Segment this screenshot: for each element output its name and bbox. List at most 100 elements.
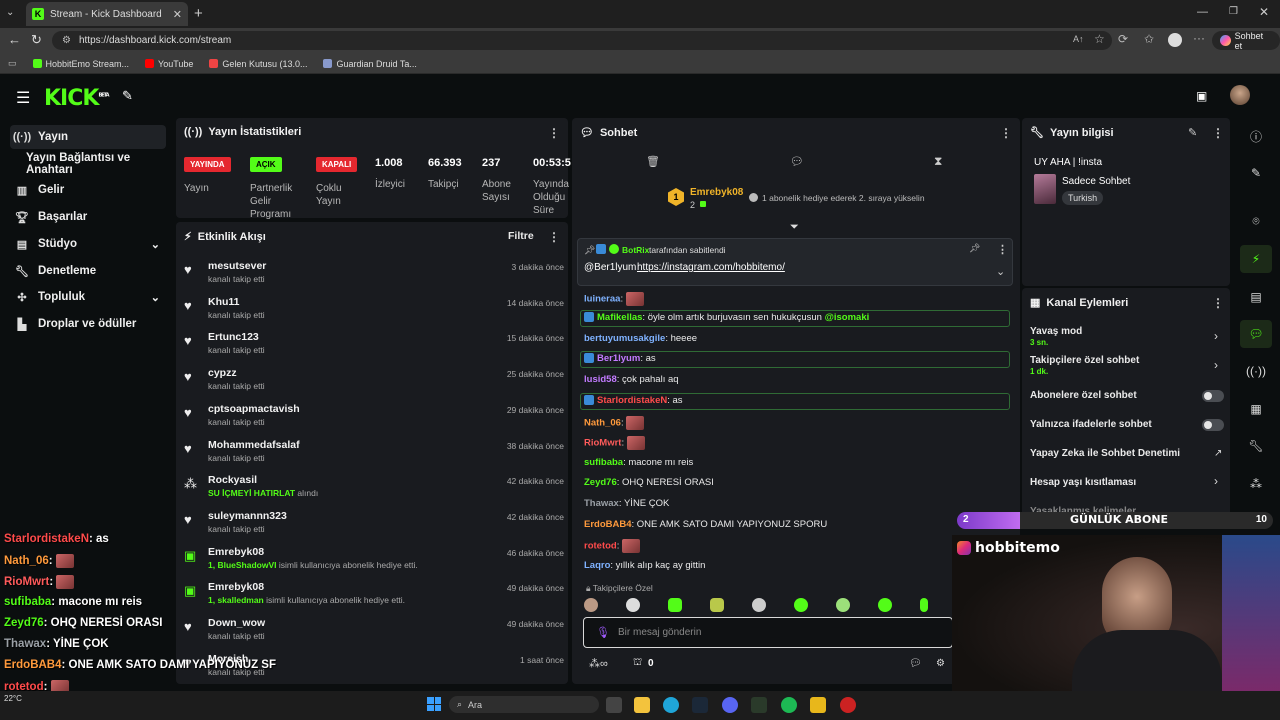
chat-username[interactable]: StarlordistakeN [597, 395, 667, 406]
taskbar-search[interactable]: ⌕ Ara [449, 696, 599, 713]
chat-username[interactable]: luineraa [584, 294, 620, 305]
edge-icon[interactable] [663, 697, 679, 713]
file-explorer-icon[interactable] [634, 697, 650, 713]
steam-icon[interactable] [692, 697, 708, 713]
activity-event[interactable]: ⁂ Rockyasil SU İÇMEYİ HATIRLAT alındı 42 da… [184, 472, 564, 506]
category-thumbnail[interactable] [1034, 174, 1056, 204]
favorites-icon[interactable]: ✩ [1144, 32, 1154, 46]
chat-settings-icon[interactable]: ⚙ [936, 658, 945, 669]
chat-username[interactable]: Laqro [584, 560, 610, 571]
pinned-link[interactable]: https://instagram.com/hobbitemo/ [637, 262, 785, 273]
community-icon[interactable]: ⁂∞ [589, 657, 608, 670]
chat-username[interactable]: RioMwrt [584, 438, 621, 449]
event-username[interactable]: Mohammedafsalaf [208, 439, 300, 451]
slow-mode-chevron-icon[interactable]: › [1214, 329, 1218, 343]
emote-icon[interactable] [584, 598, 598, 612]
collapse-icon[interactable]: ⏷ [790, 221, 799, 234]
bolt-rail-icon[interactable]: ⚡︎ [1240, 245, 1272, 273]
inbox-icon[interactable]: ▣ [1196, 89, 1207, 103]
tab-list-icon[interactable]: ⌄ [6, 7, 14, 18]
favorite-star-icon[interactable]: ☆ [1094, 32, 1105, 46]
emote-icon[interactable] [626, 598, 640, 612]
sidebar-item-community[interactable]: ✣ Topluluk ⌄ [10, 285, 166, 309]
sidebar-item-stream-key[interactable]: Yayın Bağlantısı ve Anahtarı [10, 152, 166, 176]
emote-icon[interactable] [836, 598, 850, 612]
moderation-rail-icon[interactable]: 🔧︎ [1240, 432, 1272, 460]
chat-username[interactable]: Nath_06 [584, 418, 621, 429]
chat-message[interactable]: luineraa: [584, 292, 644, 306]
back-icon[interactable]: ← [8, 32, 21, 47]
sidebar-item-studio[interactable]: ▤ Stüdyo ⌄ [10, 232, 166, 256]
user-avatar[interactable] [1230, 85, 1250, 105]
activity-event[interactable]: ♥ Down_wow kanalı takip etti 49 dakika önce [184, 615, 564, 649]
chat-settings-bubble-icon[interactable]: 💬︎ [790, 155, 804, 168]
chat-message[interactable]: Mafikellas: öyle olm artık burjuvasın se… [584, 312, 869, 323]
bookmark-hobbitemo[interactable]: HobbitEmo Stream... [32, 59, 129, 69]
riot-icon[interactable] [810, 697, 826, 713]
hourglass-icon[interactable]: ⧗ [934, 154, 942, 169]
chat-message[interactable]: RioMwrt: [584, 436, 645, 450]
event-username[interactable]: Down_wow [208, 617, 265, 629]
obs-icon[interactable] [840, 697, 856, 713]
external-link-icon[interactable]: ↗ [1214, 448, 1222, 459]
chat-username[interactable]: Thawax [584, 498, 619, 509]
chat-username[interactable]: Zeyd76 [584, 477, 617, 488]
windows-start-icon[interactable] [427, 697, 441, 711]
emote-icon[interactable] [878, 598, 892, 612]
subscribers-only-toggle[interactable] [1202, 390, 1224, 402]
followers-only-chevron-icon[interactable]: › [1214, 358, 1218, 372]
tools-icon[interactable]: ✎ [122, 88, 133, 104]
new-tab-icon[interactable]: + [194, 5, 203, 22]
sidebar-item-achievements[interactable]: 🏆︎ Başarılar [10, 205, 166, 229]
bookmark-gmail[interactable]: Gelen Kutusu (13.0... [209, 59, 307, 69]
read-aloud-icon[interactable]: A↑ [1073, 34, 1084, 44]
activity-event[interactable]: ♥ Mohammedafsalaf kanalı takip etti 38 daki… [184, 437, 564, 471]
event-username[interactable]: cypzz [208, 367, 237, 379]
chat-username[interactable]: sufibaba [584, 457, 623, 468]
sidebar-item-revenue[interactable]: ▥ Gelir [10, 178, 166, 202]
maximize-icon[interactable]: ❐ [1229, 6, 1238, 17]
chat-message[interactable]: sufibaba: macone mı reis [584, 457, 693, 468]
microphone-icon[interactable]: 🎙︎ [596, 626, 610, 639]
bookmarks-app-icon[interactable]: ▭ [8, 58, 17, 69]
event-username[interactable]: cptsoapmactavish [208, 403, 300, 415]
bookmark-guardian-druid[interactable]: Guardian Druid Ta... [323, 59, 417, 69]
notes-rail-icon[interactable]: ▤ [1240, 283, 1272, 311]
chat-message[interactable]: Thawax: YİNE ÇOK [584, 498, 669, 509]
chat-username[interactable]: lusid58 [584, 374, 617, 385]
event-username[interactable]: Emrebyk08 [208, 546, 264, 558]
address-bar[interactable]: ⚙ https://dashboard.kick.com/stream [52, 31, 1112, 50]
emote-icon[interactable] [668, 598, 682, 612]
channel-actions-rail-icon[interactable]: ▦ [1240, 395, 1272, 423]
activity-event[interactable]: ♥ cptsoapmactavish kanalı takip etti 29 dak… [184, 401, 564, 435]
emote-only-toggle[interactable] [1202, 419, 1224, 431]
channel-actions-menu-icon[interactable]: ⋮ [1212, 296, 1224, 310]
activity-event[interactable]: ♥ Ertunc123 kanalı takip etti 15 dakika önc… [184, 329, 564, 363]
task-view-icon[interactable] [606, 697, 622, 713]
profile-avatar[interactable] [1168, 33, 1182, 47]
kick-logo[interactable]: KICKBETA [44, 86, 110, 111]
info-rail-icon[interactable]: ⓘ [1240, 122, 1272, 150]
chat-menu-icon[interactable]: ⋮ [1000, 126, 1012, 140]
sidebar-item-stream[interactable]: ((·)) Yayın [10, 125, 166, 149]
camera-rail-icon[interactable]: ⌾ [1240, 207, 1272, 235]
chat-message[interactable]: bertuyumusakgile: heeee [584, 333, 697, 344]
browser-tab[interactable]: K Stream - Kick Dashboard ✕ [26, 2, 188, 26]
top-gifter-name[interactable]: Emrebyk08 [690, 187, 743, 198]
refresh-icon[interactable]: ↻ [31, 32, 42, 48]
chat-message[interactable]: Zeyd76: OHQ NERESİ ORASI [584, 477, 714, 488]
site-info-icon[interactable]: ⚙ [62, 35, 71, 46]
chat-message[interactable]: Ber1lyum: as [584, 353, 656, 364]
event-username[interactable]: suleymannn323 [208, 510, 287, 522]
event-username[interactable]: Emrebyk08 [208, 581, 264, 593]
chat-message[interactable]: lusid58: çok pahalı aq [584, 374, 679, 385]
chat-rail-icon[interactable]: 💬︎ [1240, 320, 1272, 348]
chat-input[interactable]: 🎙︎ Bir mesaj gönderin [583, 617, 953, 648]
chat-message[interactable]: rotetod: [584, 539, 640, 553]
activity-event[interactable]: ▣ Emrebyk08 1, skalledman isimli kullanıcı… [184, 579, 564, 613]
weather-widget[interactable]: 22°C [4, 694, 22, 703]
more-menu-icon[interactable]: ··· [1193, 31, 1205, 45]
sidebar-item-drops[interactable]: ▙ Droplar ve ödüller [10, 312, 166, 336]
minimize-icon[interactable]: — [1197, 6, 1208, 18]
edit-rail-icon[interactable]: ✎ [1240, 159, 1272, 187]
